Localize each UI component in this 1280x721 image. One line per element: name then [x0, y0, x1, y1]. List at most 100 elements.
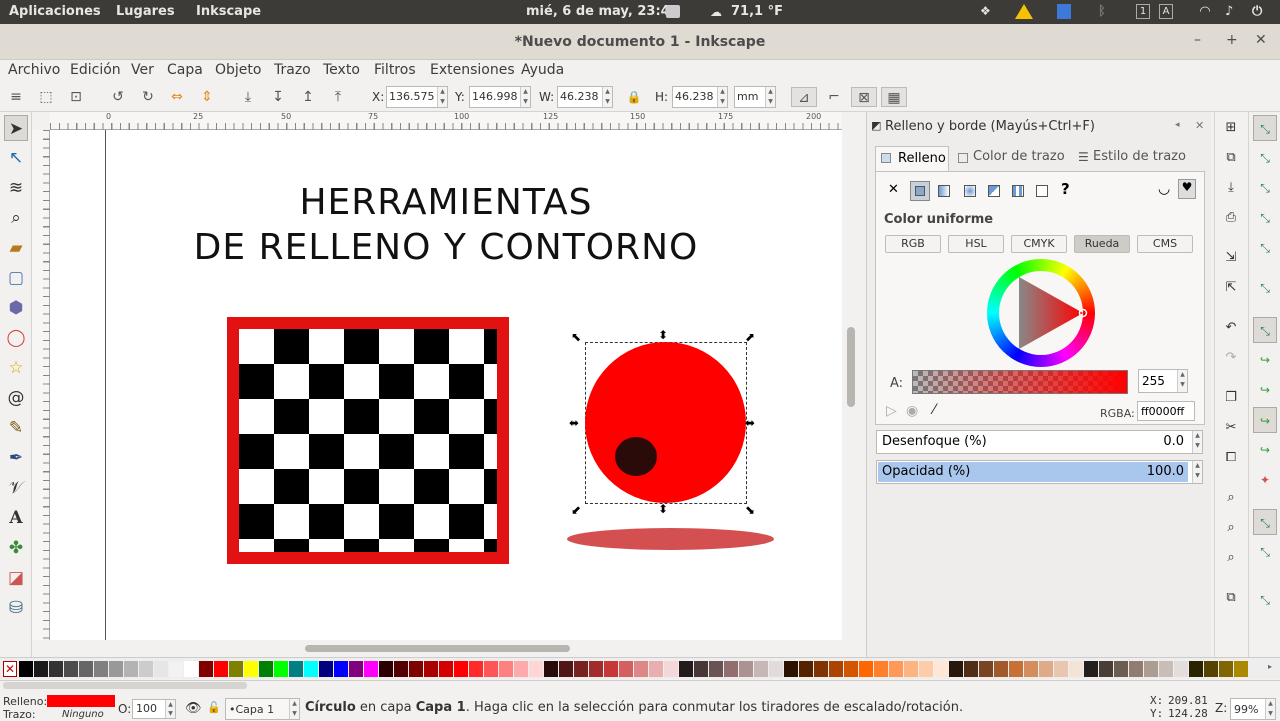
palette-swatch[interactable] — [709, 661, 723, 677]
pattern-icon[interactable] — [1012, 185, 1024, 197]
palette-swatch[interactable] — [409, 661, 423, 677]
volume-icon[interactable]: ♪ — [1225, 4, 1233, 19]
horizontal-scroll-thumb[interactable] — [305, 645, 570, 652]
palette-swatch[interactable] — [244, 661, 258, 677]
palette-swatch[interactable] — [964, 661, 978, 677]
snap-bbox-center-icon[interactable]: ⤡ — [1253, 275, 1277, 301]
palette-swatch[interactable] — [79, 661, 93, 677]
palette-swatch[interactable] — [289, 661, 303, 677]
palette-swatch[interactable] — [1159, 661, 1173, 677]
dark-small-circle[interactable] — [615, 437, 657, 476]
maximize-button[interactable]: + — [1226, 32, 1238, 48]
palette-swatch[interactable] — [274, 661, 288, 677]
mesh-gradient-icon[interactable] — [988, 185, 1000, 197]
palette-swatch[interactable] — [49, 661, 63, 677]
canvas-title-line1[interactable]: HERRAMIENTAS — [50, 182, 842, 223]
swatch-icon[interactable] — [1036, 185, 1048, 197]
clock[interactable]: mié, 6 de may, 23:49 — [526, 4, 679, 19]
palette-swatch[interactable] — [1234, 661, 1248, 677]
palette-swatch[interactable] — [769, 661, 783, 677]
palette-scroll-thumb[interactable] — [3, 682, 247, 689]
mode-hsl-button[interactable]: HSL — [948, 235, 1004, 253]
palette-scroll-icon[interactable]: ▸ — [1268, 662, 1272, 671]
palette-swatch[interactable] — [1009, 661, 1023, 677]
palette-swatch[interactable] — [844, 661, 858, 677]
paste-icon[interactable]: ⧠ — [1219, 445, 1243, 471]
palette-swatch[interactable] — [469, 661, 483, 677]
h-input[interactable]: 46.238 ▲ ▼ — [672, 86, 728, 108]
snap-bbox-corner-icon[interactable]: ⤡ — [1253, 205, 1277, 231]
palette-swatch[interactable] — [379, 661, 393, 677]
alpha-input[interactable]: 255 ▲ ▼ — [1138, 369, 1188, 393]
palette-swatch[interactable] — [619, 661, 633, 677]
blur-slider[interactable]: Desenfoque (%) 0.0 ▲ ▼ — [876, 430, 1203, 454]
palette-swatch[interactable] — [304, 661, 318, 677]
palette-swatch[interactable] — [634, 661, 648, 677]
palette-swatch[interactable] — [124, 661, 138, 677]
zoom-tool-icon[interactable]: ⌕ — [4, 205, 28, 231]
palette-swatch[interactable] — [919, 661, 933, 677]
x-stepper[interactable]: ▲ ▼ — [437, 87, 447, 107]
scale-corners-icon[interactable]: ⌐ — [821, 87, 847, 107]
mode-wheel-button[interactable]: Rueda — [1074, 235, 1130, 253]
applications-menu[interactable]: Aplicaciones — [9, 4, 101, 19]
ellipse-tool-icon[interactable]: ◯ — [4, 325, 28, 351]
weather[interactable]: 71,1 °F — [731, 4, 783, 19]
palette-swatch[interactable] — [94, 661, 108, 677]
zoom-stepper[interactable]: ▲ ▼ — [1265, 699, 1275, 719]
snap-page-border-icon[interactable]: ⤡ — [1253, 587, 1277, 613]
scale-handle-se[interactable]: ⬊ — [745, 503, 755, 517]
shadow-ellipse[interactable] — [567, 528, 774, 550]
new-doc-icon[interactable]: ⊞ — [1219, 115, 1243, 141]
unit-dropdown[interactable]: ▲ ▼ — [765, 87, 775, 107]
palette-swatch[interactable] — [1204, 661, 1218, 677]
scale-handle-sw[interactable]: ⬋ — [571, 503, 581, 517]
palette-swatch[interactable] — [499, 661, 513, 677]
flip-vertical-icon[interactable]: ⇕ — [197, 87, 217, 107]
wifi-icon[interactable]: ◠ — [1200, 4, 1210, 19]
move-patterns-icon[interactable]: ▦ — [881, 87, 907, 107]
color-picker-icon[interactable]: ⁄ — [933, 402, 935, 418]
palette-swatch[interactable] — [334, 661, 348, 677]
palette-swatch[interactable] — [64, 661, 78, 677]
snap-bbox-midpoint-icon[interactable]: ⤡ — [1253, 235, 1277, 261]
palette-swatch[interactable] — [529, 661, 543, 677]
layer-visibility-icon[interactable]: 👁 — [185, 701, 202, 716]
vertical-scroll-thumb[interactable] — [847, 327, 855, 407]
no-color-swatch[interactable]: ✕ — [3, 661, 17, 677]
palette-swatch[interactable] — [679, 661, 693, 677]
keyboard-indicator[interactable]: A — [1159, 4, 1173, 19]
palette-swatch[interactable] — [424, 661, 438, 677]
palette-swatch[interactable] — [199, 661, 213, 677]
opacity-input-status[interactable]: 100 ▲ ▼ — [132, 699, 176, 719]
menu-filtros[interactable]: Filtros — [374, 62, 416, 78]
cut-icon[interactable]: ✂ — [1219, 415, 1243, 441]
raise-to-top-icon[interactable]: ⤒ — [328, 87, 348, 107]
duplicate-icon[interactable]: ⧉ — [1219, 585, 1243, 611]
snap-enable-icon[interactable]: ⤡ — [1253, 115, 1277, 141]
palette-swatch[interactable] — [784, 661, 798, 677]
open-icon[interactable]: ⧉ — [1219, 145, 1243, 171]
export-icon[interactable]: ⇱ — [1219, 275, 1243, 301]
update-icon[interactable] — [1057, 4, 1071, 19]
dialog-close-icon[interactable]: ✕ — [1195, 119, 1204, 132]
layer-lock-icon[interactable]: 🔓 — [207, 701, 221, 714]
tab-stroke-style[interactable]: Estilo de trazo — [1075, 149, 1186, 164]
palette-swatch[interactable] — [1024, 661, 1038, 677]
checkerboard-rectangle[interactable] — [227, 317, 509, 564]
paint-bucket-tool-icon[interactable]: ⛁ — [4, 595, 28, 621]
opacity-status-stepper[interactable]: ▲ ▼ — [165, 700, 175, 718]
dropbox-icon[interactable]: ❖ — [980, 4, 991, 18]
palette-swatch[interactable] — [109, 661, 123, 677]
workspace-indicator[interactable]: 1 — [1136, 4, 1150, 19]
palette-swatch[interactable] — [664, 661, 678, 677]
scale-handle-s[interactable]: ⬍ — [658, 502, 668, 516]
flat-color-button[interactable] — [910, 181, 930, 201]
palette-swatch[interactable] — [1069, 661, 1083, 677]
places-menu[interactable]: Lugares — [116, 4, 175, 19]
menu-texto[interactable]: Texto — [323, 62, 360, 78]
palette-swatch[interactable] — [979, 661, 993, 677]
color-wheel[interactable] — [987, 259, 1095, 367]
rectangle-tool-icon[interactable]: ▢ — [4, 265, 28, 291]
scale-handle-ne[interactable]: ⬈ — [745, 330, 755, 344]
